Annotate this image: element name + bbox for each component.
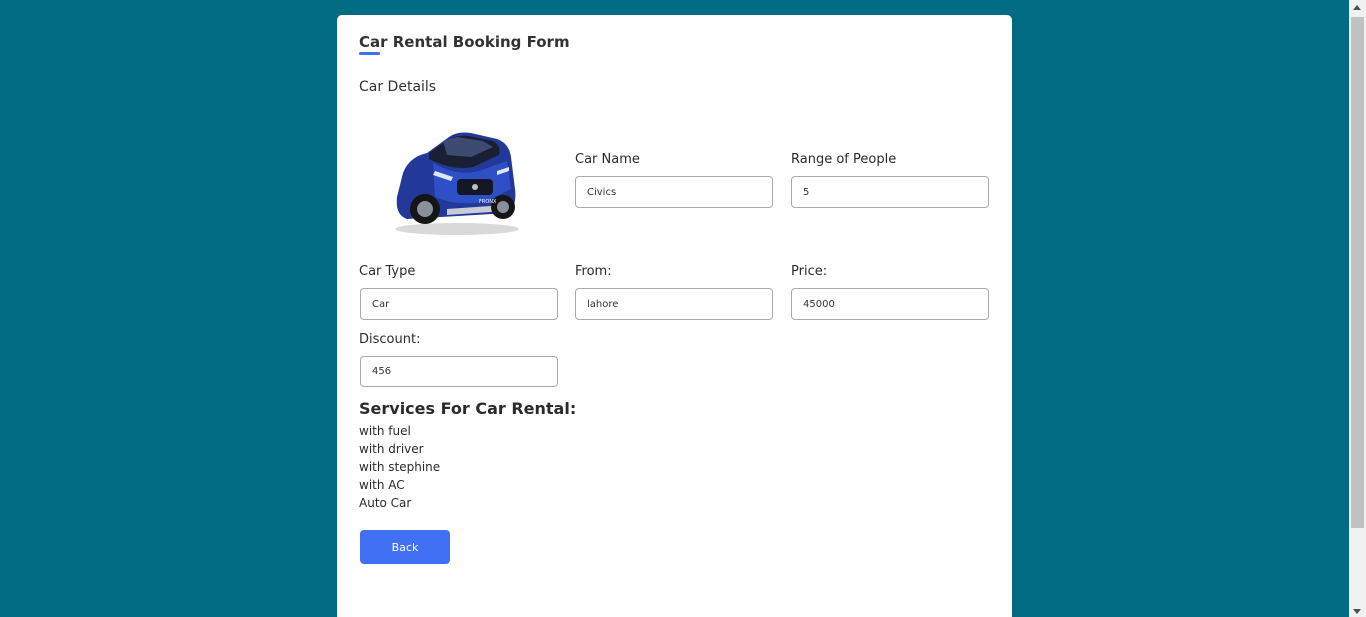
from-label: From: (575, 264, 612, 279)
service-item: Auto Car (359, 496, 412, 510)
range-of-people-label: Range of People (791, 152, 897, 167)
page-viewport: Car Rental Booking Form Car Details FRON… (0, 0, 1349, 617)
price-input[interactable] (791, 288, 989, 320)
car-type-input[interactable] (360, 288, 558, 320)
from-input[interactable] (575, 288, 773, 320)
service-item: with AC (359, 478, 405, 492)
range-of-people-input[interactable] (791, 176, 989, 208)
back-button[interactable]: Back (360, 530, 450, 564)
service-item: with fuel (359, 424, 411, 438)
svg-text:FRONX: FRONX (479, 199, 497, 205)
service-item: with stephine (359, 460, 441, 474)
services-list: with fuel with driver with stephine with… (359, 422, 440, 512)
discount-input[interactable] (360, 356, 558, 387)
car-name-input[interactable] (575, 176, 773, 208)
discount-label: Discount: (359, 332, 421, 347)
title-underline (359, 52, 380, 55)
price-label: Price: (791, 264, 828, 279)
section-label-car-details: Car Details (359, 79, 437, 95)
car-type-label: Car Type (359, 264, 416, 279)
scroll-thumb[interactable] (1351, 17, 1364, 528)
car-image: FRONX (395, 132, 519, 235)
car-name-label: Car Name (575, 152, 640, 167)
booking-form-card: Car Rental Booking Form Car Details FRON… (337, 15, 1012, 617)
vertical-scrollbar[interactable] (1349, 0, 1366, 617)
services-heading: Services For Car Rental: (359, 399, 577, 418)
scroll-down-icon[interactable] (1353, 609, 1361, 614)
form-title: Car Rental Booking Form (359, 33, 570, 51)
service-item: with driver (359, 442, 424, 456)
scroll-up-icon[interactable] (1353, 5, 1361, 10)
